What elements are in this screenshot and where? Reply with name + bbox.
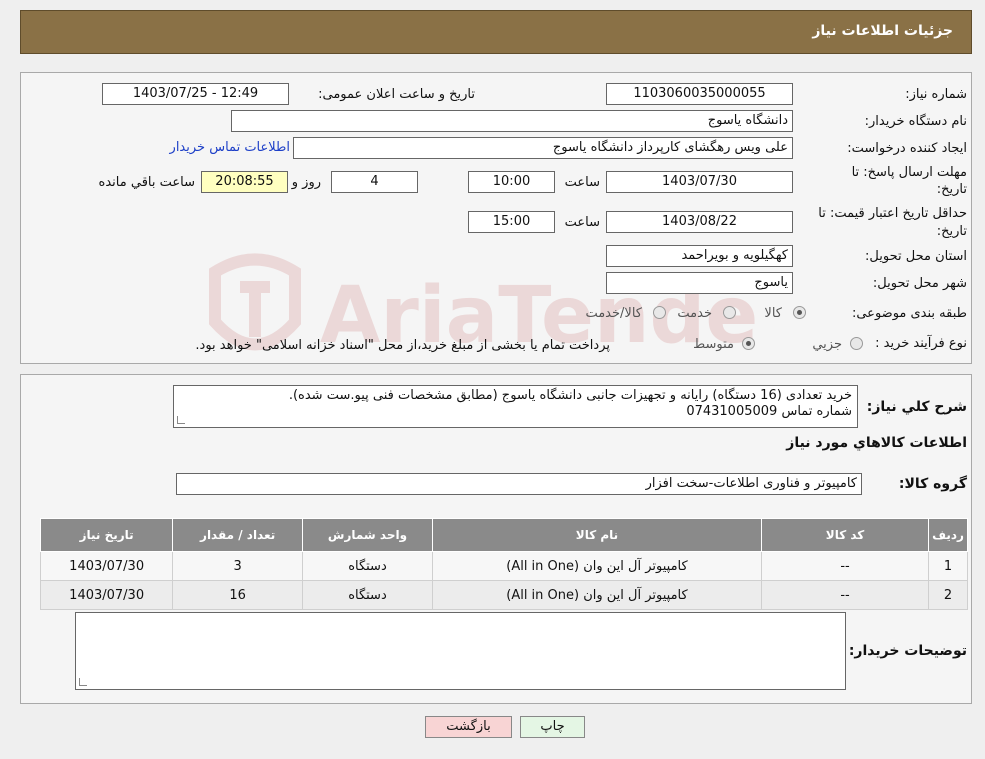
goods-table: رديف کد کالا نام کالا واحد شمارش تعداد /… xyxy=(39,518,968,610)
resize-grip-icon[interactable] xyxy=(79,678,87,686)
goods-table-header-row: رديف کد کالا نام کالا واحد شمارش تعداد /… xyxy=(39,518,968,552)
requester-label: ایجاد کننده درخواست: xyxy=(847,141,967,156)
back-button[interactable]: بازگشت xyxy=(425,716,512,738)
treasury-note: پرداخت تمام یا بخشی از مبلغ خرید،از محل … xyxy=(195,338,610,353)
goods-group-label: گروه کالا: xyxy=(898,476,967,492)
announce-datetime-label: تاریخ و ساعت اعلان عمومی: xyxy=(318,87,475,102)
watermark-shield-icon xyxy=(209,253,301,351)
goods-info-title: اطلاعات کالاهاي مورد نياز xyxy=(786,435,967,451)
cell-row-number: 2 xyxy=(928,580,968,610)
page-title: جزئیات اطلاعات نیاز xyxy=(812,23,953,39)
cell-need-date: 1403/07/30 xyxy=(39,551,174,581)
col-unit: واحد شمارش xyxy=(302,518,433,552)
description-line-2: شماره تماس 07431005009 xyxy=(686,404,852,419)
table-row: 1 -- کامپیوتر آل این وان (All in One) دس… xyxy=(39,551,968,581)
purchase-minor-radio[interactable] xyxy=(850,337,863,350)
cell-unit: دستگاه xyxy=(302,580,433,610)
col-item-code: کد کالا xyxy=(761,518,930,552)
cell-unit: دستگاه xyxy=(302,551,433,581)
validity-label: حداقل تاریخ اعتبار قیمت: تا xyxy=(818,206,967,221)
announce-datetime-field: 1403/07/25 - 12:49 xyxy=(102,83,289,105)
description-label: شرح کلي نياز: xyxy=(866,399,967,415)
deadline-time-field: 10:00 xyxy=(468,171,555,193)
page-header: جزئیات اطلاعات نیاز xyxy=(20,10,972,54)
deadline-label-date: تاریخ: xyxy=(936,182,967,197)
buyer-notes-textarea[interactable] xyxy=(75,612,846,690)
province-field: کهگیلویه و بویراحمد xyxy=(606,245,793,267)
cell-row-number: 1 xyxy=(928,551,968,581)
buyer-org-field: دانشگاه یاسوج xyxy=(231,110,793,132)
deadline-time-label: ساعت xyxy=(564,175,600,190)
category-label: طبقه بندی موضوعی: xyxy=(851,306,967,321)
requester-field: علی ویس رهگشای کارپرداز دانشگاه یاسوج xyxy=(293,137,793,159)
deadline-date-field: 1403/07/30 xyxy=(606,171,793,193)
remaining-time-field: 20:08:55 xyxy=(201,171,288,193)
city-label: شهر محل تحویل: xyxy=(872,276,967,291)
col-quantity: تعداد / مقدار xyxy=(172,518,304,552)
goods-group-field: کامپیوتر و فناوری اطلاعات-سخت افزار xyxy=(176,473,862,495)
city-field: یاسوج xyxy=(606,272,793,294)
cell-need-date: 1403/07/30 xyxy=(39,580,174,610)
purchase-medium-label: متوسط xyxy=(693,337,734,352)
validity-time-field: 15:00 xyxy=(468,211,555,233)
days-label: روز و xyxy=(291,175,321,190)
resize-grip-icon[interactable] xyxy=(177,416,185,424)
description-textarea[interactable]: خرید تعدادی (16 دستگاه) رایانه و تجهیزات… xyxy=(173,385,858,428)
buyer-notes-label: توضیحات خریدار: xyxy=(848,643,967,659)
col-need-date: تاریخ نیاز xyxy=(39,518,174,552)
purchase-medium-radio[interactable] xyxy=(742,337,755,350)
purchase-minor-label: جزیي xyxy=(812,337,842,352)
remaining-label: ساعت باقي مانده xyxy=(98,175,195,190)
province-label: استان محل تحویل: xyxy=(865,249,967,264)
buyer-org-label: نام دستگاه خریدار: xyxy=(864,114,967,129)
deadline-label: مهلت ارسال پاسخ: تا xyxy=(851,165,967,180)
category-goods-label: کالا xyxy=(764,306,782,321)
validity-time-label: ساعت xyxy=(564,215,600,230)
cell-item-name: کامپیوتر آل این وان (All in One) xyxy=(431,580,763,610)
col-row-number: رديف xyxy=(928,518,968,552)
description-line-1: خرید تعدادی (16 دستگاه) رایانه و تجهیزات… xyxy=(288,388,852,403)
col-item-name: نام کالا xyxy=(431,518,763,552)
category-service-radio[interactable] xyxy=(723,306,736,319)
days-remaining-field: 4 xyxy=(331,171,418,193)
buyer-contact-link[interactable]: اطلاعات تماس خریدار xyxy=(170,140,290,155)
category-goods-service-label: کالا/خدمت xyxy=(585,306,642,321)
need-number-field: 1103060035000055 xyxy=(606,83,793,105)
cell-item-code: -- xyxy=(761,551,930,581)
category-goods-radio[interactable] xyxy=(793,306,806,319)
table-row: 2 -- کامپیوتر آل این وان (All in One) دس… xyxy=(39,580,968,610)
cell-item-name: کامپیوتر آل این وان (All in One) xyxy=(431,551,763,581)
need-number-label: شماره نیاز: xyxy=(905,87,967,102)
validity-date-field: 1403/08/22 xyxy=(606,211,793,233)
validity-label-date: تاریخ: xyxy=(936,224,967,239)
print-button[interactable]: چاپ xyxy=(520,716,585,738)
cell-quantity: 3 xyxy=(172,551,304,581)
purchase-type-label: نوع فرآیند خرید : xyxy=(875,336,967,351)
category-goods-service-radio[interactable] xyxy=(653,306,666,319)
cell-quantity: 16 xyxy=(172,580,304,610)
cell-item-code: -- xyxy=(761,580,930,610)
category-service-label: خدمت xyxy=(677,306,712,321)
